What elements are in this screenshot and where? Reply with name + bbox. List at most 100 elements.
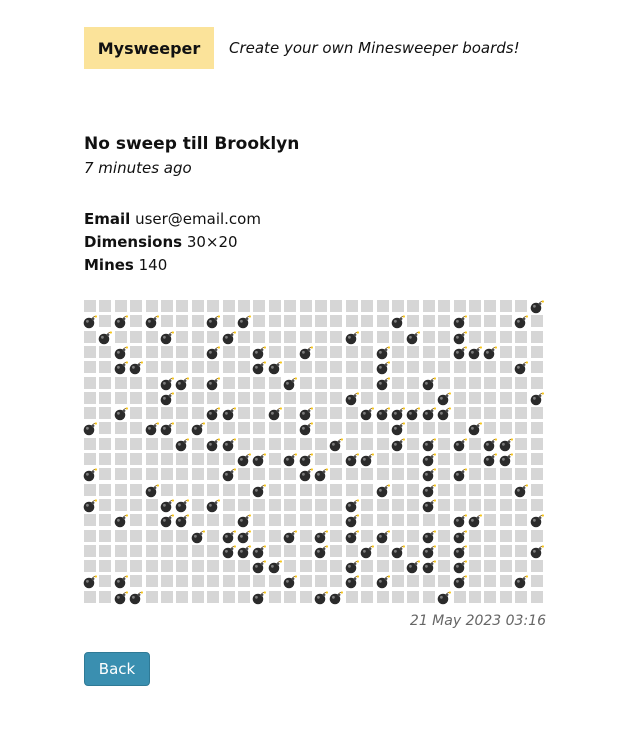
board-cell[interactable] xyxy=(207,331,219,343)
bomb-icon[interactable] xyxy=(453,559,467,574)
board-cell[interactable] xyxy=(361,331,373,343)
board-cell[interactable] xyxy=(438,499,450,511)
board-cell[interactable] xyxy=(146,530,158,542)
board-cell[interactable] xyxy=(146,361,158,373)
board-cell[interactable] xyxy=(269,346,281,358)
board-cell[interactable] xyxy=(500,361,512,373)
board-cell[interactable] xyxy=(269,315,281,327)
bomb-icon[interactable] xyxy=(160,421,174,436)
board-cell[interactable] xyxy=(223,346,235,358)
board-cell[interactable] xyxy=(99,346,111,358)
board-cell[interactable] xyxy=(484,407,496,419)
board-cell[interactable] xyxy=(192,377,204,389)
board-cell[interactable] xyxy=(438,560,450,572)
bomb-icon[interactable] xyxy=(422,483,436,498)
board-cell[interactable] xyxy=(130,453,142,465)
board-cell[interactable] xyxy=(99,392,111,404)
board-cell[interactable] xyxy=(423,591,435,603)
board-cell[interactable] xyxy=(192,453,204,465)
board-cell[interactable] xyxy=(176,315,188,327)
bomb-icon[interactable] xyxy=(453,437,467,452)
board-cell[interactable] xyxy=(176,453,188,465)
board-cell[interactable] xyxy=(438,300,450,312)
board-cell[interactable] xyxy=(300,499,312,511)
board-cell[interactable] xyxy=(515,560,527,572)
bomb-icon[interactable] xyxy=(391,544,405,559)
bomb-icon[interactable] xyxy=(360,406,374,421)
bomb-icon[interactable] xyxy=(406,330,420,345)
board-cell[interactable] xyxy=(223,422,235,434)
board-cell[interactable] xyxy=(531,377,543,389)
board-cell[interactable] xyxy=(515,591,527,603)
board-cell[interactable] xyxy=(407,514,419,526)
board-cell[interactable] xyxy=(484,377,496,389)
bomb-icon[interactable] xyxy=(145,421,159,436)
board-cell[interactable] xyxy=(130,484,142,496)
board-cell[interactable] xyxy=(253,438,265,450)
board-cell[interactable] xyxy=(84,392,96,404)
board-cell[interactable] xyxy=(207,300,219,312)
board-cell[interactable] xyxy=(161,453,173,465)
board-cell[interactable] xyxy=(531,560,543,572)
board-cell[interactable] xyxy=(223,453,235,465)
board-cell[interactable] xyxy=(330,392,342,404)
bomb-icon[interactable] xyxy=(237,529,251,544)
bomb-icon[interactable] xyxy=(422,559,436,574)
board-cell[interactable] xyxy=(161,591,173,603)
board-cell[interactable] xyxy=(238,560,250,572)
bomb-icon[interactable] xyxy=(98,330,112,345)
board-cell[interactable] xyxy=(484,422,496,434)
board-cell[interactable] xyxy=(361,530,373,542)
board-cell[interactable] xyxy=(330,377,342,389)
board-cell[interactable] xyxy=(115,484,127,496)
bomb-icon[interactable] xyxy=(345,452,359,467)
bomb-icon[interactable] xyxy=(468,345,482,360)
board-cell[interactable] xyxy=(423,392,435,404)
bomb-icon[interactable] xyxy=(391,437,405,452)
board-cell[interactable] xyxy=(238,484,250,496)
board-cell[interactable] xyxy=(269,530,281,542)
bomb-icon[interactable] xyxy=(83,314,97,329)
bomb-icon[interactable] xyxy=(391,406,405,421)
board-cell[interactable] xyxy=(392,499,404,511)
board-cell[interactable] xyxy=(361,499,373,511)
board-cell[interactable] xyxy=(361,575,373,587)
board-cell[interactable] xyxy=(346,438,358,450)
board-cell[interactable] xyxy=(330,575,342,587)
board-cell[interactable] xyxy=(284,545,296,557)
board-cell[interactable] xyxy=(423,514,435,526)
board-cell[interactable] xyxy=(531,346,543,358)
bomb-icon[interactable] xyxy=(453,513,467,528)
board-cell[interactable] xyxy=(377,591,389,603)
board-cell[interactable] xyxy=(223,361,235,373)
board-cell[interactable] xyxy=(130,315,142,327)
board-cell[interactable] xyxy=(454,361,466,373)
bomb-icon[interactable] xyxy=(145,483,159,498)
board-cell[interactable] xyxy=(500,499,512,511)
board-cell[interactable] xyxy=(161,346,173,358)
board-cell[interactable] xyxy=(392,300,404,312)
board-cell[interactable] xyxy=(146,438,158,450)
board-cell[interactable] xyxy=(315,392,327,404)
board-cell[interactable] xyxy=(223,591,235,603)
board-cell[interactable] xyxy=(207,392,219,404)
board-cell[interactable] xyxy=(531,453,543,465)
board-cell[interactable] xyxy=(161,468,173,480)
board-cell[interactable] xyxy=(300,591,312,603)
bomb-icon[interactable] xyxy=(345,574,359,589)
board-cell[interactable] xyxy=(392,560,404,572)
board-cell[interactable] xyxy=(207,484,219,496)
bomb-icon[interactable] xyxy=(530,513,544,528)
board-cell[interactable] xyxy=(284,315,296,327)
bomb-icon[interactable] xyxy=(175,498,189,513)
board-cell[interactable] xyxy=(500,484,512,496)
board-cell[interactable] xyxy=(330,422,342,434)
board-cell[interactable] xyxy=(300,438,312,450)
board-cell[interactable] xyxy=(438,530,450,542)
board-cell[interactable] xyxy=(392,331,404,343)
board-cell[interactable] xyxy=(531,499,543,511)
board-cell[interactable] xyxy=(484,300,496,312)
board-cell[interactable] xyxy=(115,468,127,480)
bomb-icon[interactable] xyxy=(83,421,97,436)
bomb-icon[interactable] xyxy=(453,345,467,360)
